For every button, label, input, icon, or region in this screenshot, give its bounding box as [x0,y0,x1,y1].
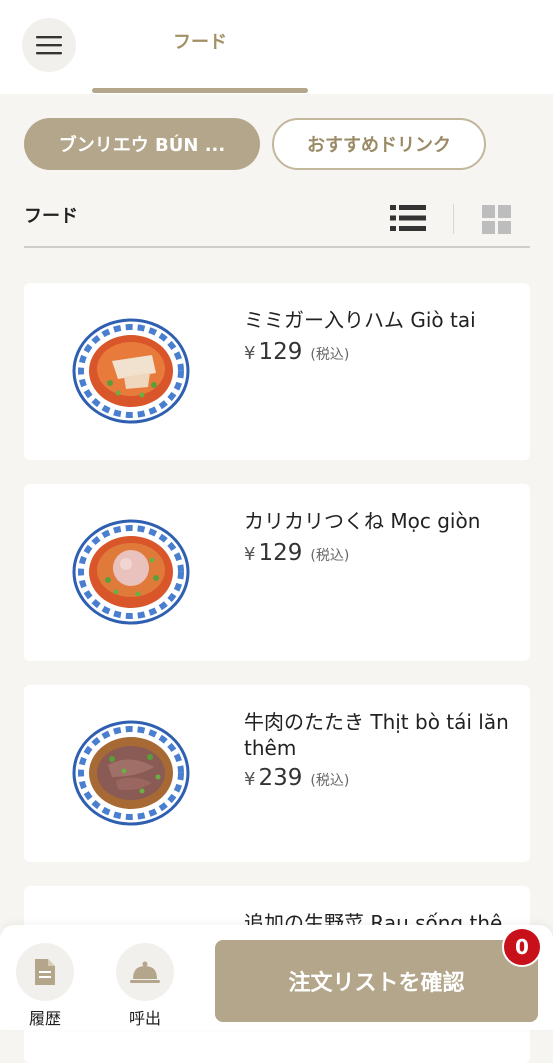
price-value: 129 [258,540,303,566]
call-staff-button[interactable] [116,943,174,1001]
dish-image-moc-gion [72,519,190,625]
category-chip-bun-rieu[interactable]: ブンリエウ BÚN ... [24,118,260,170]
service-bell-icon [130,961,160,983]
currency-symbol: ¥ [244,769,256,790]
currency-symbol: ¥ [244,544,256,565]
view-toggle-divider [453,204,454,234]
tax-note: (税込) [310,548,350,564]
cart-count-badge: 0 [502,927,542,967]
item-name: カリカリつくね Mọc giòn [244,509,481,533]
menu-button[interactable] [22,18,76,72]
section-title: フード [24,206,78,227]
price-value: 129 [258,339,303,365]
grid-view-icon[interactable] [482,205,511,234]
item-name: 牛肉のたたき Thịt bò tái lăn thêm [244,710,509,760]
menu-item-card[interactable]: 牛肉のたたき Thịt bò tái lăn thêm ¥239 (税込) [24,685,530,862]
tab-food[interactable]: フード [92,28,308,54]
history-label: 履歴 [28,1009,61,1028]
dish-image-thit-bo-tai [72,720,190,826]
call-label: 呼出 [128,1009,161,1028]
menu-item-card[interactable]: カリカリつくね Mọc giòn ¥129 (税込) [24,484,530,661]
item-name: ミミガー入りハム Giò tai [244,308,476,332]
price-value: 239 [258,765,303,791]
menu-item-card[interactable]: ミミガー入りハム Giò tai ¥129 (税込) [24,283,530,460]
document-icon [35,959,55,985]
bottom-bar: 履歴 呼出 注文リストを確認 [0,925,553,1030]
view-order-list-button[interactable]: 注文リストを確認 [215,940,538,1022]
item-price: ¥239 (税込) [244,765,349,791]
active-tab-indicator [92,88,308,93]
section-divider [24,246,530,248]
hamburger-menu-icon [36,36,62,55]
item-price: ¥129 (税込) [244,540,349,566]
category-chip-recommended-drinks[interactable]: おすすめドリンク [272,118,486,170]
tax-note: (税込) [310,347,350,363]
top-bar: フード [0,0,553,94]
dish-image-gio-tai [72,318,190,424]
history-button[interactable] [16,943,74,1001]
currency-symbol: ¥ [244,343,256,364]
list-view-icon[interactable] [390,204,426,232]
tax-note: (税込) [310,773,350,789]
item-price: ¥129 (税込) [244,339,349,365]
